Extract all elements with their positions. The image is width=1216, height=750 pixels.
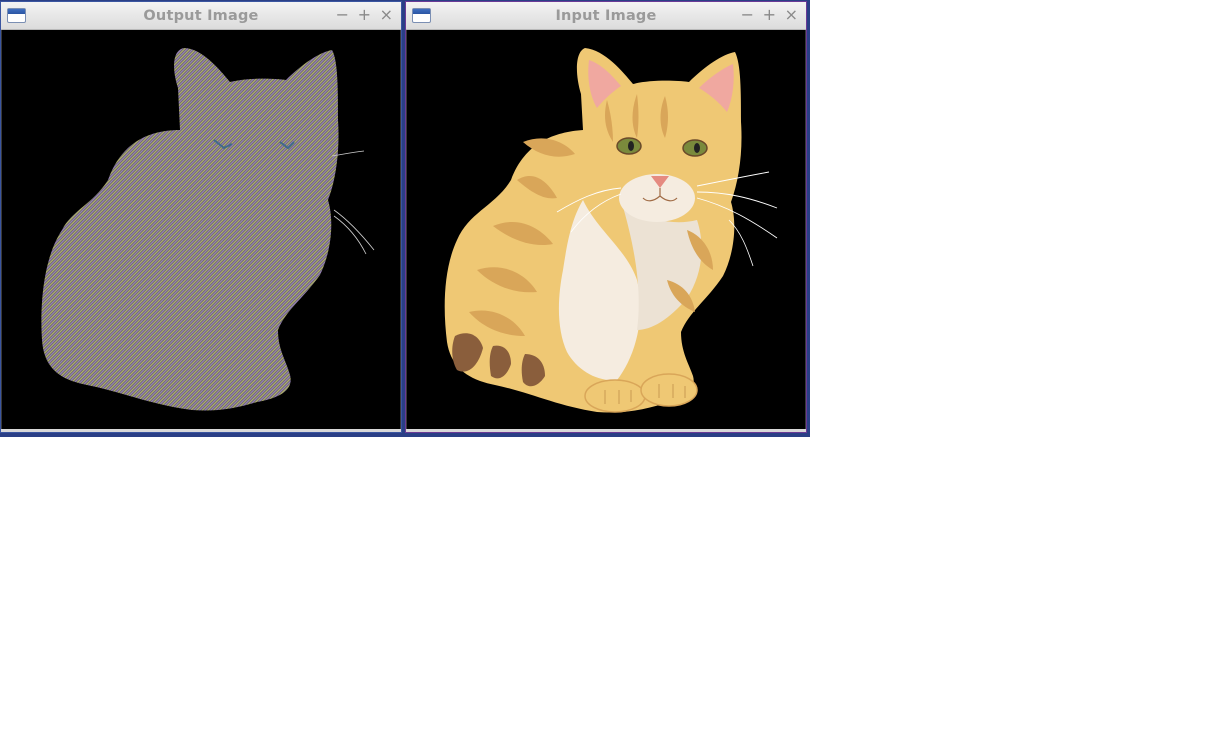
output-image-window[interactable]: Output Image − + ×: [0, 1, 402, 433]
input-cat-image: [407, 30, 805, 430]
maximize-icon[interactable]: +: [358, 6, 371, 24]
minimize-icon[interactable]: −: [336, 6, 349, 24]
input-window-titlebar[interactable]: Input Image − + ×: [406, 2, 806, 30]
output-image-canvas: [2, 30, 400, 430]
input-image-canvas: [407, 30, 805, 430]
input-image-window[interactable]: Input Image − + ×: [405, 1, 807, 433]
close-icon[interactable]: ×: [380, 6, 393, 24]
maximize-icon[interactable]: +: [763, 6, 776, 24]
close-icon[interactable]: ×: [785, 6, 798, 24]
output-window-bottom-edge[interactable]: [1, 429, 401, 432]
input-window-bottom-edge[interactable]: [406, 429, 806, 432]
output-window-titlebar[interactable]: Output Image − + ×: [1, 2, 401, 30]
minimize-icon[interactable]: −: [741, 6, 754, 24]
output-cat-image: [2, 30, 400, 430]
